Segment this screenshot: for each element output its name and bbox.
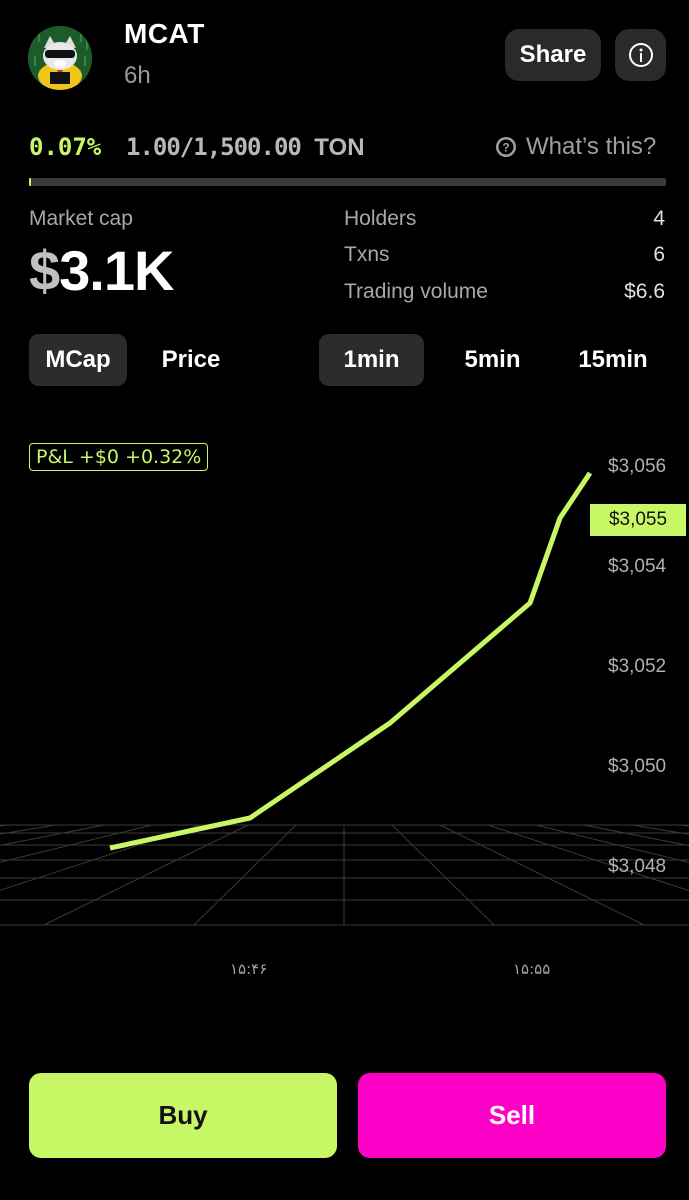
grid-line-vertical xyxy=(391,824,495,926)
progress-percent: 0.07% xyxy=(29,133,102,161)
market-cap-label: Market cap xyxy=(29,207,133,230)
market-cap-value: $3.1K xyxy=(29,238,174,303)
x-tick-label: ۱۵:۴۶ xyxy=(230,960,268,978)
market-cap-number: 3.1K xyxy=(59,239,174,302)
current-value-label: $3,055 xyxy=(590,504,686,536)
grid-line-vertical xyxy=(679,824,689,827)
market-cap-symbol: $ xyxy=(29,239,60,302)
progress-raised: 1.00/1,500.00 TON xyxy=(126,133,365,162)
svg-text:?: ? xyxy=(502,141,509,155)
grid-line-vertical xyxy=(0,824,9,827)
info-button[interactable] xyxy=(615,29,666,81)
trading-volume-label: Trading volume xyxy=(344,280,488,303)
y-tick-label: $3,050 xyxy=(608,756,667,777)
y-tick-label: $3,054 xyxy=(608,556,667,577)
txns-label: Txns xyxy=(344,243,390,266)
x-tick-label: ۱۵:۵۵ xyxy=(513,960,551,978)
y-tick-label: $3,048 xyxy=(608,856,667,877)
tab-1min[interactable]: 1min xyxy=(319,334,424,386)
progress-raised-amount: 1.00/1,500.00 xyxy=(126,133,302,161)
mcap-series-line xyxy=(109,471,593,851)
whats-this-label: What’s this? xyxy=(526,133,657,160)
pnl-badge: P&L +$0 +0.32% xyxy=(29,443,209,471)
tab-price[interactable]: Price xyxy=(142,334,240,386)
bonding-progress-fill xyxy=(29,178,31,186)
token-name: MCAT xyxy=(124,18,205,49)
trading-volume-value: $6.6 xyxy=(624,280,665,303)
grid-line-vertical xyxy=(193,824,297,926)
whats-this-link[interactable]: ? What’s this? xyxy=(494,133,656,161)
sell-button[interactable]: Sell xyxy=(358,1073,666,1158)
progress-unit: TON xyxy=(314,134,365,161)
holders-value: 4 xyxy=(653,207,665,230)
cat-logo-icon xyxy=(28,26,92,90)
holders-label: Holders xyxy=(344,207,417,230)
series-line-group xyxy=(109,471,593,851)
buy-button[interactable]: Buy xyxy=(29,1073,337,1158)
perspective-grid xyxy=(0,824,689,926)
share-button[interactable]: Share xyxy=(505,29,601,81)
tab-5min[interactable]: 5min xyxy=(440,334,545,386)
info-icon xyxy=(628,43,653,67)
y-tick-label: $3,056 xyxy=(608,456,667,477)
grid-line-vertical xyxy=(0,824,105,846)
y-tick-label: $3,052 xyxy=(608,656,667,677)
tab-mcap[interactable]: MCap xyxy=(29,334,127,386)
grid-line-vertical xyxy=(0,824,153,863)
bonding-progress-bar xyxy=(29,178,666,186)
mcap-chart xyxy=(0,471,689,926)
token-avatar xyxy=(28,26,92,90)
token-age: 6h xyxy=(124,62,151,89)
tab-15min[interactable]: 15min xyxy=(560,334,666,386)
txns-value: 6 xyxy=(653,243,665,266)
help-icon: ? xyxy=(496,137,516,157)
